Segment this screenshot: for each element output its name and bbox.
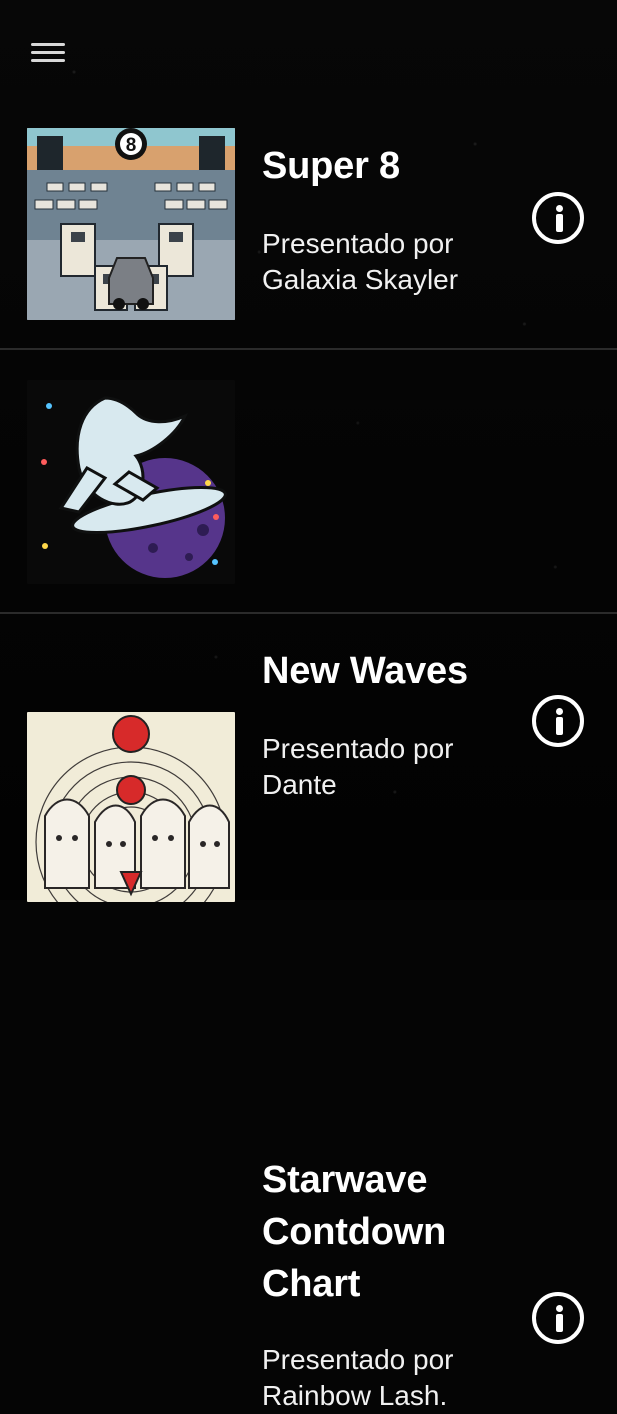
info-button[interactable] (532, 192, 584, 244)
info-icon (556, 214, 563, 232)
info-icon (556, 1305, 563, 1312)
list-item[interactable]: 8 Super 8 Presentado por Galaxia Skayler (0, 108, 617, 350)
station-subtitle: Presentado por Galaxia Skayler (262, 228, 459, 295)
info-button[interactable] (532, 1292, 584, 1344)
new-waves-artwork[interactable] (27, 380, 235, 584)
station-title-wrap: Starwave Contdown Chart (262, 1154, 517, 1310)
station-subtitle: Presentado por Rainbow Lash. (262, 1344, 454, 1411)
station-title: Starwave Contdown Chart (262, 1159, 447, 1305)
hamburger-menu-icon (31, 51, 65, 54)
app-screen: 8 Super 8 Presentado por Galaxia Skayler… (0, 0, 617, 1411)
svg-text:8: 8 (126, 135, 137, 156)
station-title: Super 8 (262, 145, 400, 187)
starwave-contdown-chart-artwork[interactable] (27, 712, 235, 902)
super-8-artwork[interactable]: 8 (27, 128, 235, 320)
station-list: 8 Super 8 Presentado por Galaxia Skayler… (0, 108, 617, 1411)
info-icon (556, 205, 563, 212)
list-item[interactable]: New Waves Presentado por Dante (0, 350, 617, 800)
hamburger-menu-icon (31, 59, 65, 62)
top-bar (0, 0, 617, 110)
hamburger-menu-icon (31, 43, 65, 46)
list-item[interactable]: Starwave Contdown Chart Presentado por R… (0, 614, 617, 1411)
menu-button[interactable] (31, 40, 65, 66)
station-title-wrap: Super 8 (262, 140, 517, 192)
info-icon (556, 1314, 563, 1332)
